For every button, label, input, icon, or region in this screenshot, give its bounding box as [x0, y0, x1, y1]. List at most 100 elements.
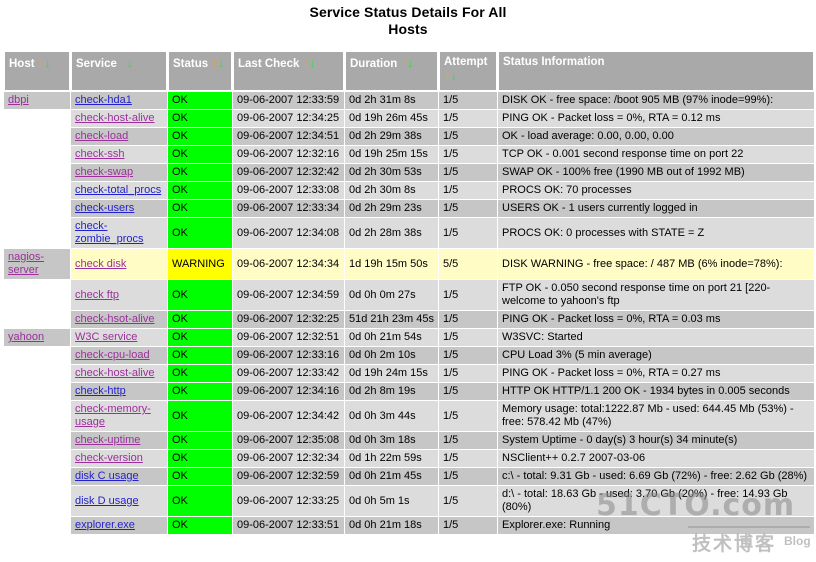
service-cell: check-http — [71, 383, 167, 400]
service-cell: check-load — [71, 128, 167, 145]
service-link[interactable]: check-host-alive — [75, 367, 154, 379]
status-badge: OK — [168, 311, 232, 328]
sort-descending-icon[interactable]: ↓ — [127, 55, 134, 70]
attempt-cell: 1/5 — [439, 347, 497, 364]
service-link[interactable]: check-total_procs — [75, 184, 161, 196]
duration-cell: 1d 19h 15m 50s — [345, 249, 438, 279]
service-link[interactable]: explorer.exe — [75, 519, 135, 531]
service-link[interactable]: check-users — [75, 202, 134, 214]
service-link[interactable]: check ftp — [75, 289, 119, 301]
service-link[interactable]: check-http — [75, 385, 126, 397]
page-title-line1: Service Status Details For All — [309, 4, 507, 20]
status-badge: WARNING — [168, 249, 232, 279]
status-badge: OK — [168, 486, 232, 516]
service-link[interactable]: check-load — [75, 130, 128, 142]
service-link[interactable]: check-hda1 — [75, 94, 132, 106]
service-cell: check-cpu-load — [71, 347, 167, 364]
duration-cell: 0d 0h 2m 10s — [345, 347, 438, 364]
status-badge: OK — [168, 329, 232, 346]
table-row: check ftp OK 09-06-2007 12:34:59 0d 0h 0m 2… — [4, 280, 814, 310]
attempt-cell: 1/5 — [439, 128, 497, 145]
host-cell-empty — [4, 110, 70, 127]
service-link[interactable]: check-uptime — [75, 434, 140, 446]
table-row: check-zombie_procs OK 09-06-2007 12:34:08 0… — [4, 218, 814, 248]
service-link[interactable]: check-cpu-load — [75, 349, 150, 361]
status-badge: OK — [168, 182, 232, 199]
status-badge: OK — [168, 432, 232, 449]
table-row: check-load OK 09-06-2007 12:34:51 0d 2h 29m… — [4, 128, 814, 145]
table-row: disk D usage OK 09-06-2007 12:33:25 0d 0h 5… — [4, 486, 814, 516]
service-link[interactable]: disk D usage — [75, 495, 139, 507]
sort-descending-icon[interactable]: ↓ — [218, 55, 225, 70]
host-cell-empty — [4, 468, 70, 485]
service-link[interactable]: check-ssh — [75, 148, 125, 160]
attempt-cell: 1/5 — [439, 92, 497, 109]
service-cell: check-users — [71, 200, 167, 217]
column-header-status[interactable]: Status ↑↓ — [168, 51, 232, 91]
duration-cell: 0d 2h 30m 53s — [345, 164, 438, 181]
status-badge: OK — [168, 146, 232, 163]
attempt-cell: 1/5 — [439, 486, 497, 516]
status-badge: OK — [168, 401, 232, 431]
table-row: nagios-server check disk WARNING 09-06-2007… — [4, 249, 814, 279]
sort-descending-icon[interactable]: ↓ — [44, 55, 51, 70]
service-link[interactable]: check-zombie_procs — [75, 220, 143, 245]
last-check-cell: 09-06-2007 12:33:08 — [233, 182, 344, 199]
host-cell-empty — [4, 280, 70, 310]
host-cell-empty — [4, 311, 70, 328]
column-header-label: Status — [173, 58, 209, 70]
column-header-attempt[interactable]: Attempt ↑↓ — [439, 51, 497, 91]
service-link[interactable]: disk C usage — [75, 470, 139, 482]
column-header-service[interactable]: Service ↑↓ — [71, 51, 167, 91]
status-information-cell: d:\ - total: 18.63 Gb - used: 3.70 Gb (2… — [498, 486, 814, 516]
sort-descending-icon[interactable]: ↓ — [451, 68, 458, 83]
service-link[interactable]: check disk — [75, 258, 126, 270]
column-header-last-check[interactable]: Last Check ↑↓ — [233, 51, 344, 91]
table-row: disk C usage OK 09-06-2007 12:32:59 0d 0h 2… — [4, 468, 814, 485]
attempt-cell: 1/5 — [439, 517, 497, 534]
last-check-cell: 09-06-2007 12:33:42 — [233, 365, 344, 382]
attempt-cell: 1/5 — [439, 182, 497, 199]
service-link[interactable]: W3C service — [75, 331, 137, 343]
sort-descending-icon[interactable]: ↓ — [407, 55, 414, 70]
status-badge: OK — [168, 365, 232, 382]
last-check-cell: 09-06-2007 12:33:34 — [233, 200, 344, 217]
table-row: check-hsot-alive OK 09-06-2007 12:32:25 51d… — [4, 311, 814, 328]
service-cell: check-total_procs — [71, 182, 167, 199]
service-link[interactable]: check-hsot-alive — [75, 313, 154, 325]
table-row: check-ssh OK 09-06-2007 12:32:16 0d 19h 25m… — [4, 146, 814, 163]
column-header-status-information[interactable]: Status Information — [498, 51, 814, 91]
service-cell: check-host-alive — [71, 365, 167, 382]
table-header-row: Host ↑↓ Service ↑↓ Status ↑↓ Last Check ↑↓ D… — [4, 51, 814, 91]
host-link[interactable]: dbpi — [8, 94, 29, 106]
status-information-cell: c:\ - total: 9.31 Gb - used: 6.69 Gb (72… — [498, 468, 814, 485]
service-link[interactable]: check-memory-usage — [75, 403, 151, 428]
service-cell: check-host-alive — [71, 110, 167, 127]
table-row: check-uptime OK 09-06-2007 12:35:08 0d 0h 3… — [4, 432, 814, 449]
status-badge: OK — [168, 218, 232, 248]
service-link[interactable]: check-version — [75, 452, 143, 464]
host-cell-empty — [4, 146, 70, 163]
last-check-cell: 09-06-2007 12:32:34 — [233, 450, 344, 467]
host-link[interactable]: yahoon — [8, 331, 44, 343]
host-cell-empty — [4, 182, 70, 199]
host-cell-empty — [4, 200, 70, 217]
column-header-label: Duration — [350, 58, 398, 70]
host-cell-empty — [4, 383, 70, 400]
service-cell: check-swap — [71, 164, 167, 181]
service-link[interactable]: check-host-alive — [75, 112, 154, 124]
status-badge: OK — [168, 280, 232, 310]
table-row: dbpi check-hda1 OK 09-06-2007 12:33:59 0d 2h… — [4, 92, 814, 109]
service-link[interactable]: check-swap — [75, 166, 133, 178]
status-information-cell: CPU Load 3% (5 min average) — [498, 347, 814, 364]
watermark-blog-text: Blog — [784, 534, 811, 548]
sort-descending-icon[interactable]: ↓ — [309, 55, 316, 70]
host-link[interactable]: nagios-server — [8, 251, 44, 276]
attempt-cell: 1/5 — [439, 200, 497, 217]
last-check-cell: 09-06-2007 12:32:42 — [233, 164, 344, 181]
column-header-host[interactable]: Host ↑↓ — [4, 51, 70, 91]
column-header-duration[interactable]: Duration ↑↓ — [345, 51, 438, 91]
last-check-cell: 09-06-2007 12:32:59 — [233, 468, 344, 485]
service-cell: check-ssh — [71, 146, 167, 163]
host-cell-empty — [4, 128, 70, 145]
